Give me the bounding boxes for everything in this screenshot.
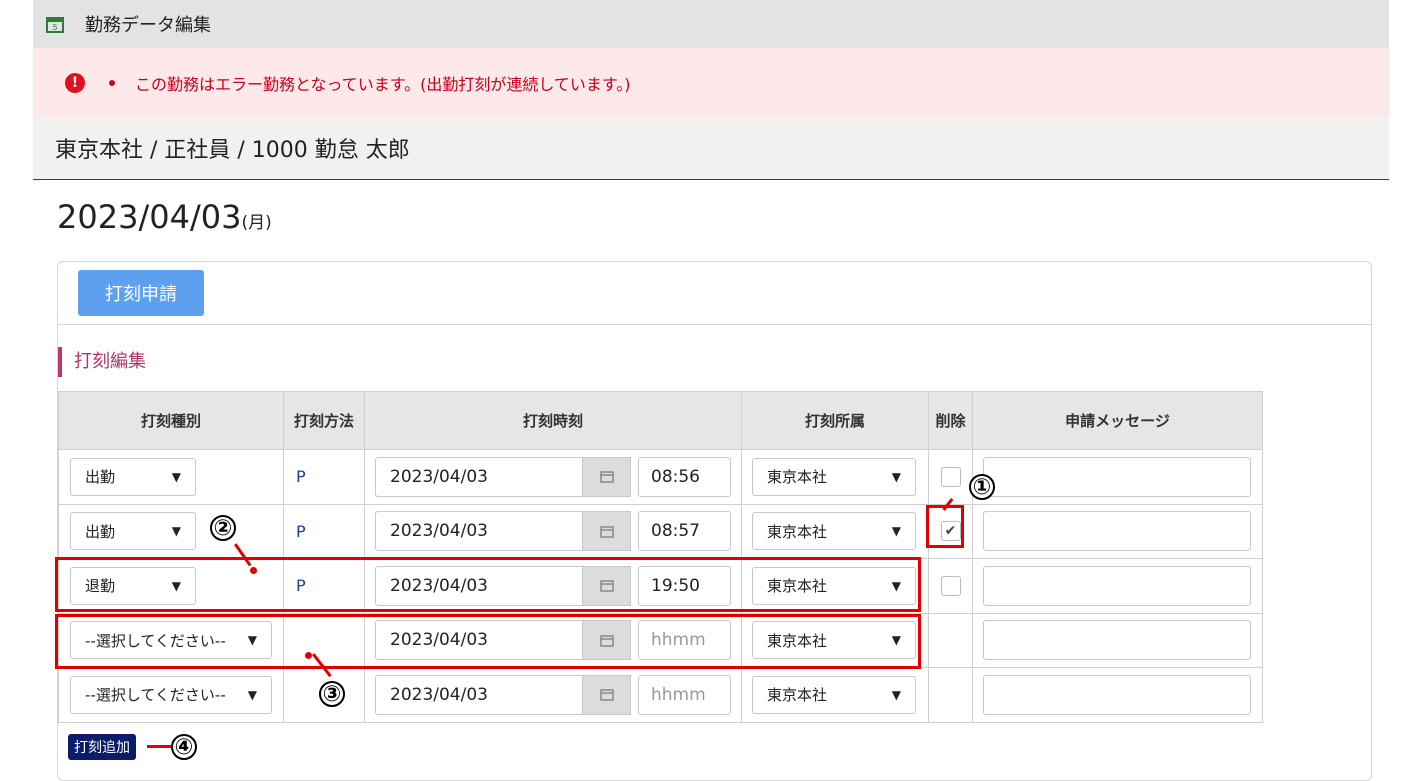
method-value: P <box>296 467 306 487</box>
callout-1: ① <box>969 474 995 500</box>
org-value: 東京本社 <box>767 522 828 541</box>
table-row: 出勤 ▼ P 2023/04/03 08:56 東京本社 ▼ <box>58 449 1263 505</box>
callout-dot-2 <box>250 567 257 574</box>
type-value: 出勤 <box>85 468 116 487</box>
employee-bar: 東京本社 / 正社員 / 1000 勤怠 太郎 <box>33 117 1389 180</box>
date-heading: 2023/04/03(月) <box>57 198 272 236</box>
time-input[interactable]: hhmm <box>638 674 731 715</box>
caret-down-icon: ▼ <box>171 469 181 484</box>
caret-down-icon: ▼ <box>171 524 181 539</box>
page-title: 勤務データ編集 <box>85 15 211 36</box>
header-time: 打刻時刻 <box>364 391 742 450</box>
time-input[interactable]: 08:56 <box>638 456 731 497</box>
callout-2: ② <box>210 515 236 541</box>
date-input[interactable]: 2023/04/03 <box>375 674 583 715</box>
caret-down-icon: ▼ <box>891 524 901 539</box>
delete-checkbox[interactable] <box>940 466 961 487</box>
title-bar: 5 勤務データ編集 <box>33 0 1389 48</box>
edit-panel: 打刻申請 打刻編集 打刻種別 打刻方法 打刻時刻 打刻所属 削除 申請メッセージ… <box>57 261 1372 781</box>
message-input[interactable] <box>983 620 1251 661</box>
highlight-box-delete <box>926 505 964 548</box>
weekday: (月) <box>241 213 272 233</box>
callout-3: ③ <box>319 681 345 707</box>
svg-text:5: 5 <box>52 23 57 32</box>
message-input[interactable] <box>983 511 1251 552</box>
error-banner: ! この勤務はエラー勤務となっています。(出勤打刻が連続しています。) <box>33 48 1389 117</box>
highlight-box-row3 <box>55 557 921 612</box>
type-select[interactable]: --選択してください-- ▼ <box>70 675 272 714</box>
employee-label: 東京本社 / 正社員 / 1000 勤怠 太郎 <box>55 138 410 163</box>
table-header: 打刻種別 打刻方法 打刻時刻 打刻所属 削除 申請メッセージ <box>58 391 1263 450</box>
date-input[interactable]: 2023/04/03 <box>375 511 583 552</box>
org-select[interactable]: 東京本社 ▼ <box>752 457 916 496</box>
calendar-button[interactable] <box>583 511 631 552</box>
highlight-box-row4 <box>55 614 921 669</box>
header-org: 打刻所属 <box>741 391 929 450</box>
caret-down-icon: ▼ <box>891 469 901 484</box>
calendar-icon <box>599 689 614 701</box>
type-value: --選択してください-- <box>85 686 226 705</box>
type-select[interactable]: 出勤 ▼ <box>70 512 196 551</box>
header-type: 打刻種別 <box>58 391 284 450</box>
message-input[interactable] <box>983 674 1251 715</box>
method-value <box>284 685 296 704</box>
org-select[interactable]: 東京本社 ▼ <box>752 675 916 714</box>
delete-checkbox[interactable] <box>940 575 961 596</box>
caret-down-icon: ▼ <box>891 687 901 702</box>
callout-dot-3 <box>305 652 312 659</box>
calendar-icon: 5 <box>46 17 64 33</box>
calendar-button[interactable] <box>583 456 631 497</box>
message-input[interactable] <box>983 565 1251 606</box>
header-method: 打刻方法 <box>283 391 365 450</box>
caret-down-icon: ▼ <box>247 687 257 702</box>
date-input[interactable]: 2023/04/03 <box>375 456 583 497</box>
bullet-dot <box>109 79 115 86</box>
calendar-button[interactable] <box>583 674 631 715</box>
header-delete: 削除 <box>928 391 973 450</box>
type-select[interactable]: 出勤 ▼ <box>70 457 196 496</box>
message-input[interactable] <box>983 456 1251 497</box>
org-select[interactable]: 東京本社 ▼ <box>752 512 916 551</box>
calendar-icon <box>599 471 614 483</box>
date-value: 2023/04/03 <box>57 198 242 236</box>
callout-4: ④ <box>171 734 197 760</box>
table-row: --選択してください-- ▼ 2023/04/03 hhmm 東京本社 ▼ <box>58 667 1263 723</box>
section-title: 打刻編集 <box>58 347 146 377</box>
method-value: P <box>296 521 306 541</box>
calendar-icon <box>599 526 614 538</box>
error-icon: ! <box>65 72 85 93</box>
panel-toolbar: 打刻申請 <box>58 262 1371 325</box>
apply-button[interactable]: 打刻申請 <box>78 270 204 316</box>
type-value: 出勤 <box>85 522 116 541</box>
time-input[interactable]: 08:57 <box>638 511 731 552</box>
callout-line-4 <box>147 745 171 748</box>
header-message: 申請メッセージ <box>972 391 1263 450</box>
org-value: 東京本社 <box>767 686 828 705</box>
error-message: この勤務はエラー勤務となっています。(出勤打刻が連続しています。) <box>135 74 631 94</box>
add-punch-button[interactable]: 打刻追加 <box>68 734 136 760</box>
org-value: 東京本社 <box>767 468 828 487</box>
